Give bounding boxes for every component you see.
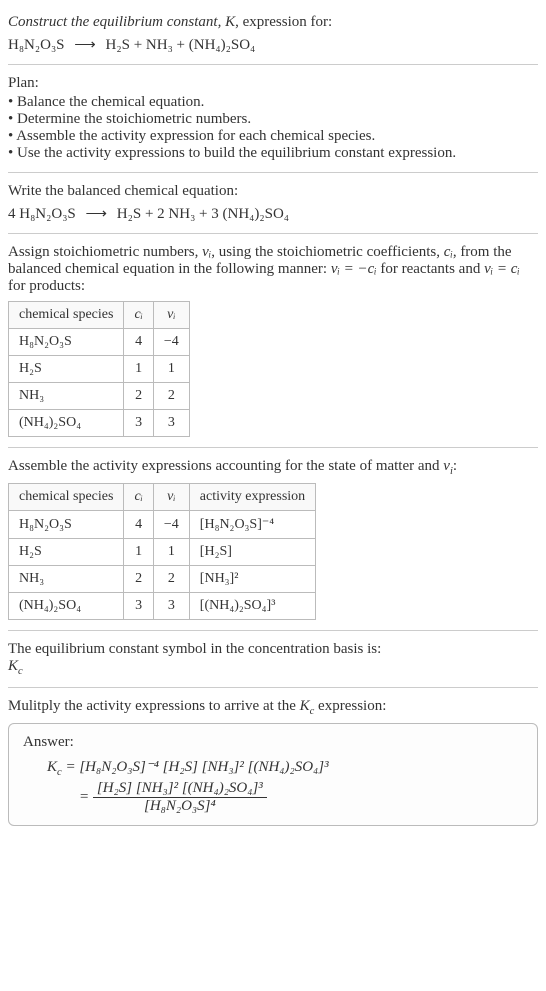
kc-equals: Kc = bbox=[47, 759, 79, 775]
answer-formula: Kc = [H₈N₂O₃S]⁻⁴ [H₂S] [NH₃]² [(NH₄)₂SO₄… bbox=[47, 757, 523, 778]
product-expr: [H₈N₂O₃S]⁻⁴ [H₂S] [NH₃]² [(NH₄)₂SO₄]³ bbox=[79, 759, 328, 775]
cell: 2 bbox=[153, 383, 189, 410]
cell: 1 bbox=[124, 539, 153, 566]
plan-item: Determine the stoichiometric numbers. bbox=[8, 111, 538, 128]
table-row: (NH₄)₂SO₄ 3 3 bbox=[9, 410, 190, 437]
balanced-lhs: 4 H₈N₂O₃S bbox=[8, 206, 76, 222]
stoich-text: Assign stoichiometric numbers, νᵢ, using… bbox=[8, 244, 538, 295]
balanced-rhs: H₂S + 2 NH₃ + 3 (NH₄)₂SO₄ bbox=[117, 206, 289, 222]
plan-item: Use the activity expressions to build th… bbox=[8, 145, 538, 162]
unbalanced-equation: H₈N₂O₃S ⟶ H₂S + NH₃ + (NH₄)₂SO₄ bbox=[8, 35, 538, 54]
activity-table: chemical species cᵢ νᵢ activity expressi… bbox=[8, 483, 316, 620]
table-row: NH₃ 2 2 [NH₃]² bbox=[9, 566, 316, 593]
col-header: cᵢ bbox=[124, 484, 153, 511]
arrow-icon: ⟶ bbox=[86, 204, 108, 223]
activity-section: Assemble the activity expressions accoun… bbox=[8, 452, 538, 626]
cell: 3 bbox=[153, 410, 189, 437]
assemble-text: Assemble the activity expressions accoun… bbox=[8, 458, 538, 477]
table-row: H₂S 1 1 bbox=[9, 356, 190, 383]
text: for products: bbox=[8, 278, 85, 294]
cell: −4 bbox=[153, 329, 189, 356]
cell: 3 bbox=[124, 593, 153, 620]
balanced-equation: 4 H₈N₂O₃S ⟶ H₂S + 2 NH₃ + 3 (NH₄)₂SO₄ bbox=[8, 204, 538, 223]
products: H₂S + NH₃ + (NH₄)₂SO₄ bbox=[106, 37, 256, 53]
table-row: H₈N₂O₃S 4 −4 [H₈N₂O₃S]⁻⁴ bbox=[9, 511, 316, 539]
denominator: [H₈N₂O₃S]⁴ bbox=[93, 798, 267, 815]
table-row: (NH₄)₂SO₄ 3 3 [(NH₄)₂SO₄]³ bbox=[9, 593, 316, 620]
col-header: chemical species bbox=[9, 484, 124, 511]
col-header: cᵢ bbox=[124, 302, 153, 329]
prompt-line1: Construct the equilibrium constant, K, e… bbox=[8, 14, 538, 31]
c-symbol: cᵢ bbox=[444, 244, 453, 260]
cell: 2 bbox=[124, 383, 153, 410]
cell: H₈N₂O₃S bbox=[9, 329, 124, 356]
cell: [H₂S] bbox=[189, 539, 315, 566]
table-header-row: chemical species cᵢ νᵢ activity expressi… bbox=[9, 484, 316, 511]
symbol-section: The equilibrium constant symbol in the c… bbox=[8, 635, 538, 683]
cell: 1 bbox=[124, 356, 153, 383]
cell: [H₈N₂O₃S]⁻⁴ bbox=[189, 511, 315, 539]
cell: H₂S bbox=[9, 539, 124, 566]
divider bbox=[8, 687, 538, 688]
cell: 4 bbox=[124, 329, 153, 356]
col-header: activity expression bbox=[189, 484, 315, 511]
cell: 3 bbox=[124, 410, 153, 437]
divider bbox=[8, 233, 538, 234]
cell: H₂S bbox=[9, 356, 124, 383]
divider bbox=[8, 447, 538, 448]
cell: 4 bbox=[124, 511, 153, 539]
stoich-table: chemical species cᵢ νᵢ H₈N₂O₃S 4 −4 H₂S … bbox=[8, 301, 190, 437]
col-header: νᵢ bbox=[153, 484, 189, 511]
cell: 1 bbox=[153, 539, 189, 566]
cell: −4 bbox=[153, 511, 189, 539]
cell: NH₃ bbox=[9, 566, 124, 593]
plan-section: Plan: Balance the chemical equation. Det… bbox=[8, 69, 538, 168]
prompt-section: Construct the equilibrium constant, K, e… bbox=[8, 8, 538, 60]
equals: = bbox=[79, 789, 93, 805]
nu-symbol: νᵢ bbox=[202, 244, 211, 260]
fraction: [H₂S] [NH₃]² [(NH₄)₂SO₄]³ [H₈N₂O₃S]⁴ bbox=[93, 780, 267, 815]
arrow-icon: ⟶ bbox=[74, 35, 96, 54]
cell: [(NH₄)₂SO₄]³ bbox=[189, 593, 315, 620]
multiply-section: Mulitply the activity expressions to arr… bbox=[8, 692, 538, 832]
answer-fraction-line: = [H₂S] [NH₃]² [(NH₄)₂SO₄]³ [H₈N₂O₃S]⁴ bbox=[47, 780, 523, 815]
stoich-assign-section: Assign stoichiometric numbers, νᵢ, using… bbox=[8, 238, 538, 443]
answer-box: Answer: Kc = [H₈N₂O₃S]⁻⁴ [H₂S] [NH₃]² [(… bbox=[8, 723, 538, 826]
cell: 2 bbox=[124, 566, 153, 593]
divider bbox=[8, 630, 538, 631]
text: for reactants and bbox=[377, 261, 484, 277]
answer-label: Answer: bbox=[23, 734, 523, 751]
col-header: chemical species bbox=[9, 302, 124, 329]
cell: (NH₄)₂SO₄ bbox=[9, 410, 124, 437]
rule: νᵢ = −cᵢ bbox=[331, 261, 377, 277]
table-row: H₈N₂O₃S 4 −4 bbox=[9, 329, 190, 356]
kc-symbol: Kc bbox=[8, 658, 538, 677]
cell: NH₃ bbox=[9, 383, 124, 410]
text: Assign stoichiometric numbers, bbox=[8, 244, 202, 260]
plan-title: Plan: bbox=[8, 75, 538, 92]
plan-item: Assemble the activity expression for eac… bbox=[8, 128, 538, 145]
cell: 2 bbox=[153, 566, 189, 593]
symbol-text: The equilibrium constant symbol in the c… bbox=[8, 641, 538, 658]
table-header-row: chemical species cᵢ νᵢ bbox=[9, 302, 190, 329]
table-row: NH₃ 2 2 bbox=[9, 383, 190, 410]
multiply-text: Mulitply the activity expressions to arr… bbox=[8, 698, 538, 717]
cell: [NH₃]² bbox=[189, 566, 315, 593]
cell: 3 bbox=[153, 593, 189, 620]
numerator: [H₂S] [NH₃]² [(NH₄)₂SO₄]³ bbox=[93, 780, 267, 798]
balanced-section: Write the balanced chemical equation: 4 … bbox=[8, 177, 538, 229]
cell: H₈N₂O₃S bbox=[9, 511, 124, 539]
reactant: H₈N₂O₃S bbox=[8, 37, 65, 53]
cell: 1 bbox=[153, 356, 189, 383]
balanced-title: Write the balanced chemical equation: bbox=[8, 183, 538, 200]
divider bbox=[8, 64, 538, 65]
text: , using the stoichiometric coefficients, bbox=[211, 244, 444, 260]
cell: (NH₄)₂SO₄ bbox=[9, 593, 124, 620]
table-row: H₂S 1 1 [H₂S] bbox=[9, 539, 316, 566]
plan-item: Balance the chemical equation. bbox=[8, 94, 538, 111]
plan-list: Balance the chemical equation. Determine… bbox=[8, 94, 538, 162]
divider bbox=[8, 172, 538, 173]
rule: νᵢ = cᵢ bbox=[484, 261, 520, 277]
col-header: νᵢ bbox=[153, 302, 189, 329]
